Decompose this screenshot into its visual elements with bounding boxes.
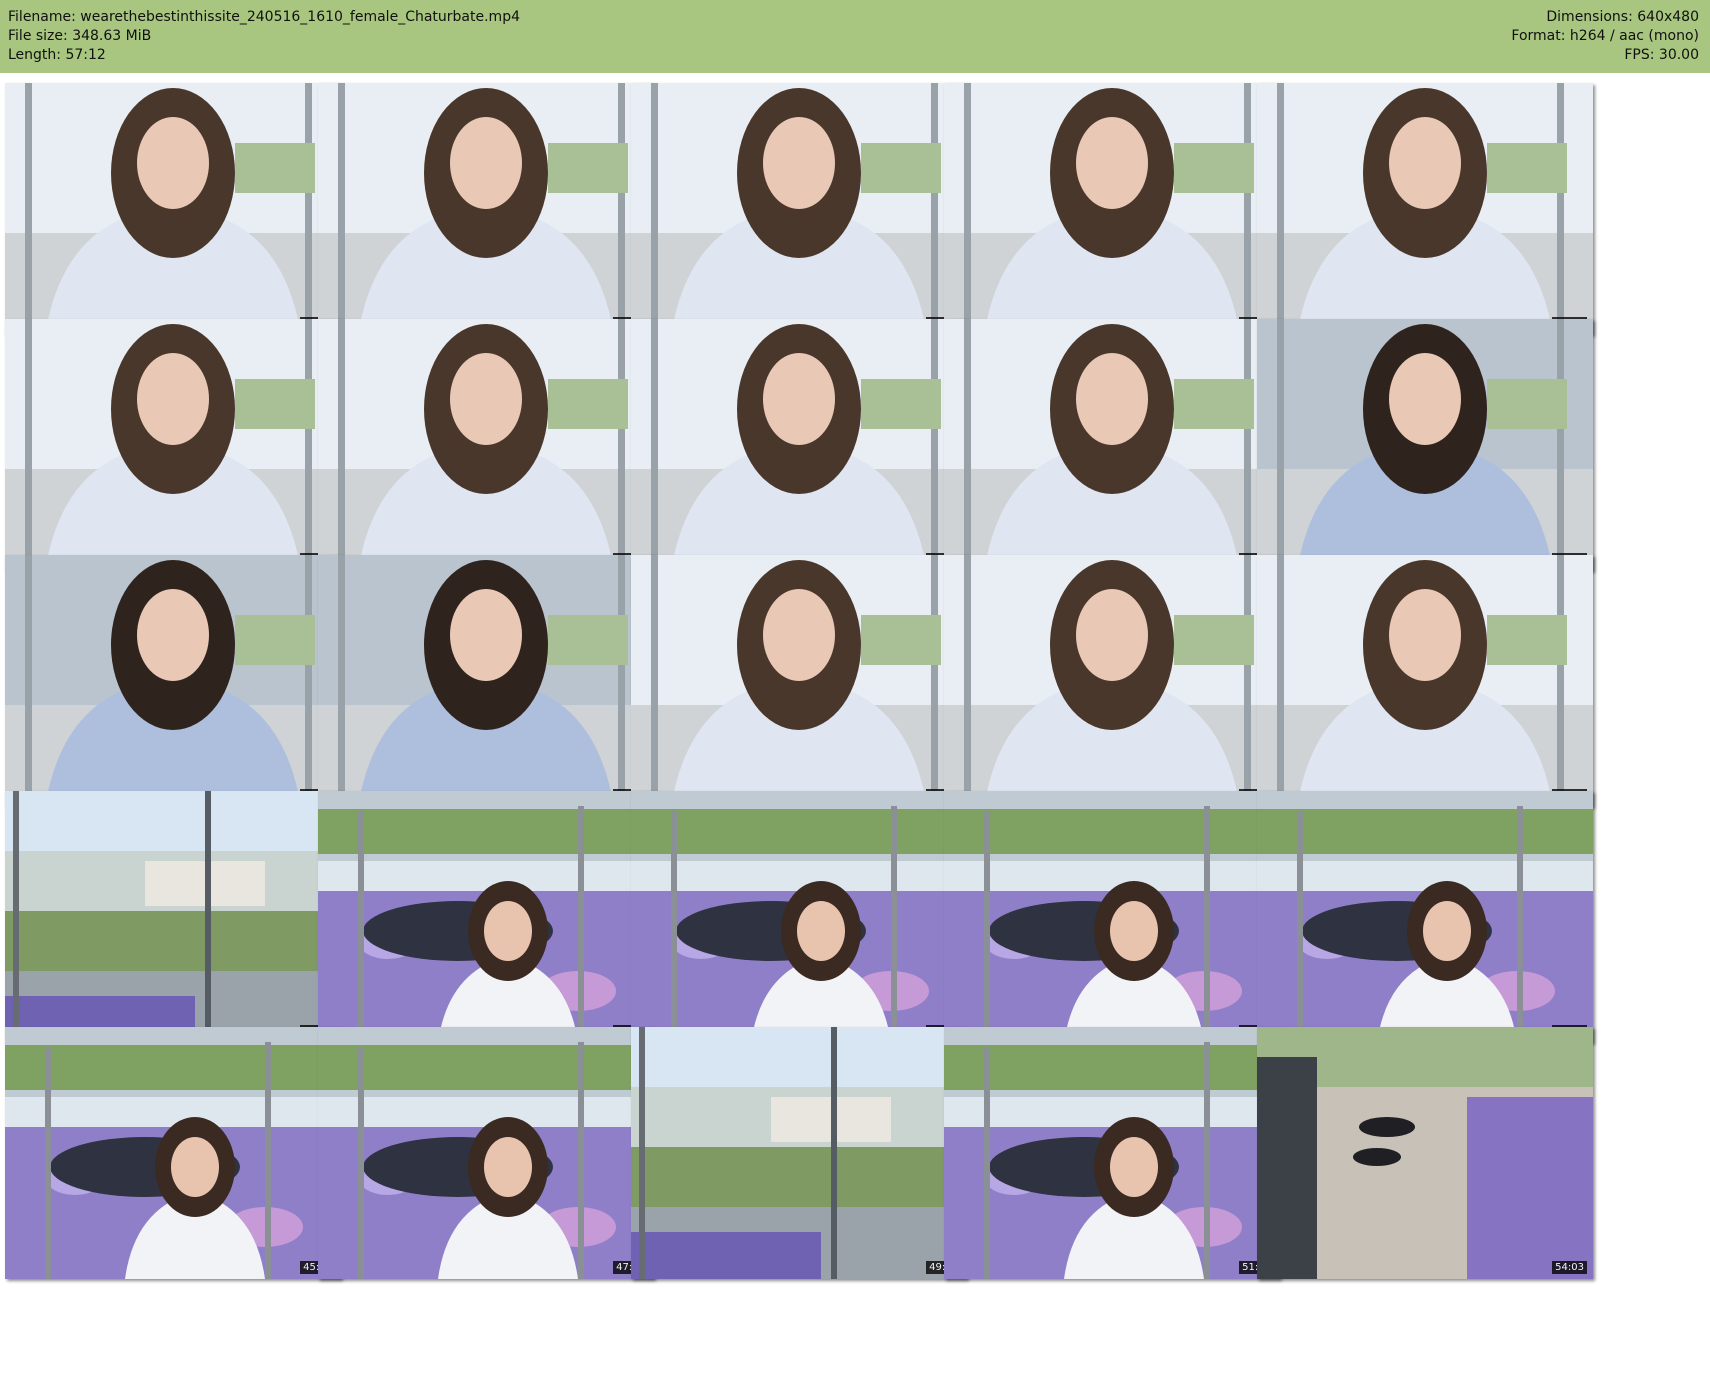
- thumbnail-frame-image: [318, 83, 654, 335]
- length-label: Length: 57:12: [8, 47, 106, 63]
- thumbnail-frame-image: [5, 83, 341, 335]
- thumbnail-frame-image: [1257, 83, 1593, 335]
- thumbnail-frame-image: [318, 1027, 654, 1279]
- video-thumbnail[interactable]: 23:47: [5, 555, 341, 807]
- video-thumbnail[interactable]: 19:27: [944, 319, 1280, 571]
- fps-label: FPS: 30.00: [1624, 47, 1699, 63]
- video-thumbnail[interactable]: 45:24: [5, 1027, 341, 1279]
- video-thumbnail[interactable]: 28:06: [631, 555, 967, 807]
- thumbnail-frame-image: [944, 319, 1280, 571]
- thumbnail-frame-image: [5, 555, 341, 807]
- filename-label: Filename: wearethebestinthissite_240516_…: [8, 9, 520, 25]
- video-thumbnail[interactable]: 08:38: [944, 83, 1280, 335]
- format-label: Format: h264 / aac (mono): [1511, 28, 1699, 44]
- thumbnail-frame-image: [5, 791, 341, 1043]
- video-thumbnail[interactable]: 43:14: [1257, 791, 1593, 1043]
- thumbnail-frame-image: [5, 319, 341, 571]
- file-info: Filename: wearethebestinthissite_240516_…: [8, 8, 520, 65]
- stream-info: Dimensions: 640x480 Format: h264 / aac (…: [1511, 8, 1699, 65]
- video-thumbnail[interactable]: 30:16: [944, 555, 1280, 807]
- thumbnail-frame-image: [944, 83, 1280, 335]
- video-thumbnail[interactable]: 15:08: [318, 319, 654, 571]
- thumbnail-frame-image: [944, 791, 1280, 1043]
- info-header: Filename: wearethebestinthissite_240516_…: [0, 0, 1710, 73]
- thumbnail-frame-image: [318, 555, 654, 807]
- thumbnail-frame-image: [1257, 1027, 1593, 1279]
- thumbnail-frame-image: [318, 791, 654, 1043]
- file-size-label: File size: 348.63 MiB: [8, 28, 152, 44]
- video-thumbnail[interactable]: 47:34: [318, 1027, 654, 1279]
- thumbnail-frame-image: [1257, 555, 1593, 807]
- video-thumbnail[interactable]: 06:29: [631, 83, 967, 335]
- thumbnail-frame-image: [631, 555, 967, 807]
- thumbnail-frame-image: [944, 1027, 1280, 1279]
- thumbnail-frame-image: [5, 1027, 341, 1279]
- thumbnail-frame-image: [631, 83, 967, 335]
- thumbnail-frame-image: [631, 319, 967, 571]
- video-thumbnail[interactable]: 41:05: [944, 791, 1280, 1043]
- video-thumbnail[interactable]: 04:19: [318, 83, 654, 335]
- thumbnail-frame-image: [631, 1027, 967, 1279]
- video-thumbnail[interactable]: 12:58: [5, 319, 341, 571]
- video-thumbnail[interactable]: 02:09: [5, 83, 341, 335]
- video-thumbnail[interactable]: 54:03: [1257, 1027, 1593, 1279]
- video-thumbnail[interactable]: 38:55: [631, 791, 967, 1043]
- thumbnail-frame-image: [1257, 319, 1593, 571]
- dimensions-label: Dimensions: 640x480: [1546, 9, 1699, 25]
- video-thumbnail[interactable]: 10:48: [1257, 83, 1593, 335]
- video-thumbnail[interactable]: 36:45: [318, 791, 654, 1043]
- video-thumbnail[interactable]: 17:17: [631, 319, 967, 571]
- video-thumbnail[interactable]: 25:56: [318, 555, 654, 807]
- thumbnail-frame-image: [1257, 791, 1593, 1043]
- thumbnail-frame-image: [944, 555, 1280, 807]
- thumbnail-frame-image: [631, 791, 967, 1043]
- video-thumbnail[interactable]: 21:37: [1257, 319, 1593, 571]
- thumbnail-frame-image: [318, 319, 654, 571]
- timestamp-label: 54:03: [1552, 1261, 1587, 1274]
- thumbnail-grid: 02:0904:1906:2908:3810:48 12:5815:0817:17…: [0, 73, 1710, 1373]
- video-thumbnail[interactable]: 32:26: [1257, 555, 1593, 807]
- video-thumbnail[interactable]: 49:43: [631, 1027, 967, 1279]
- video-thumbnail[interactable]: 34:35: [5, 791, 341, 1043]
- video-thumbnail[interactable]: 51:53: [944, 1027, 1280, 1279]
